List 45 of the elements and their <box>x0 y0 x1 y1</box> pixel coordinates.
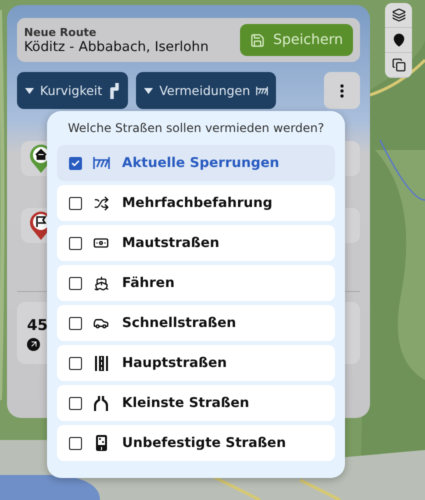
ship-icon <box>94 276 108 290</box>
checkbox[interactable] <box>69 196 82 210</box>
curve-icon <box>108 82 120 98</box>
caret-icon <box>144 88 154 94</box>
avoid-option[interactable]: Mehrfachbefahrung <box>57 185 335 221</box>
barrier-icon <box>92 157 110 169</box>
barrier-icon <box>256 84 268 96</box>
option-label: Schnellstraßen <box>122 315 236 331</box>
caret-icon <box>25 88 34 94</box>
avoid-option[interactable]: Schnellstraßen <box>57 305 335 341</box>
option-label: Kleinste Straßen <box>122 395 250 411</box>
avoid-option[interactable]: Mautstraßen <box>57 225 335 261</box>
checkbox[interactable] <box>69 236 82 250</box>
option-label: Unbefestigte Straßen <box>122 435 286 451</box>
avoid-option[interactable]: Hauptstraßen <box>57 345 335 381</box>
layers-icon <box>392 8 406 22</box>
option-label: Aktuelle Sperrungen <box>122 155 280 171</box>
checkbox[interactable] <box>69 316 82 330</box>
narrow-road-icon <box>94 396 108 410</box>
checkbox[interactable] <box>69 396 82 410</box>
save-icon <box>250 32 266 48</box>
filter-button[interactable]: Kurvigkeit <box>17 72 128 109</box>
avoid-option[interactable]: Unbefestigte Straßen <box>57 425 335 461</box>
option-label: Hauptstraßen <box>122 355 227 371</box>
option-label: Mehrfachbefahrung <box>122 195 272 211</box>
route-label: Neue Route <box>24 26 98 38</box>
checkbox[interactable] <box>69 276 82 290</box>
copy-icon <box>392 58 406 72</box>
route-name: Köditz - Abbabach, Iserlohn <box>24 38 209 54</box>
distance-text: 45 <box>27 316 48 334</box>
check-icon <box>71 158 80 168</box>
avoid-option[interactable]: Kleinste Straßen <box>57 385 335 421</box>
road-icon <box>94 356 108 370</box>
map-pin-icon <box>392 33 406 47</box>
checkbox[interactable] <box>69 436 82 450</box>
more-icon <box>340 84 344 98</box>
filter-button[interactable]: Vermeidungen <box>136 72 276 109</box>
checkbox[interactable] <box>69 356 82 370</box>
dropdown-title: Welche Straßen sollen vermieden werden? <box>66 121 326 135</box>
gravel-road-icon <box>96 435 106 451</box>
checkbox[interactable] <box>69 156 82 170</box>
option-label: Fähren <box>122 275 175 291</box>
avoid-option[interactable]: Fähren <box>57 265 335 301</box>
option-label: Mautstraßen <box>122 235 220 251</box>
shuffle-icon <box>94 196 108 210</box>
